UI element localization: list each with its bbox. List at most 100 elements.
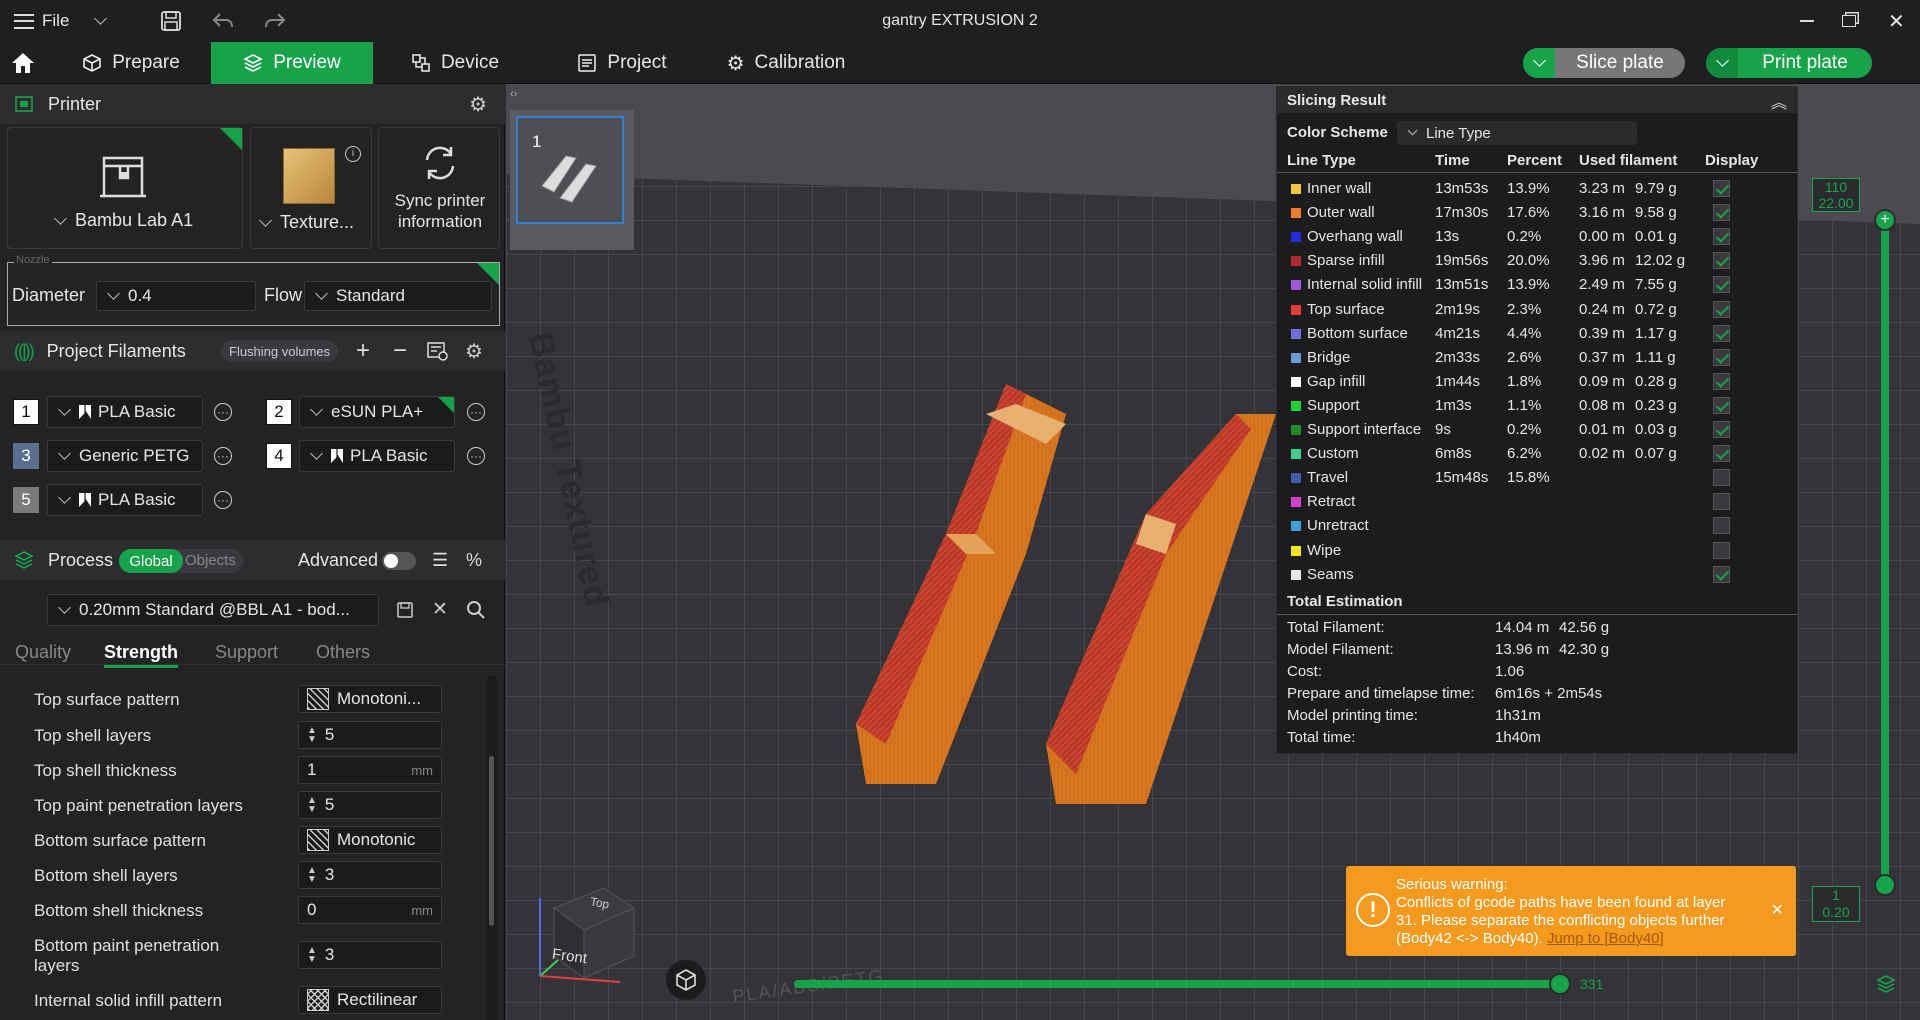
- save-button[interactable]: [160, 0, 182, 42]
- display-checkbox[interactable]: [1713, 396, 1730, 414]
- minimize-button[interactable]: [1800, 0, 1814, 42]
- display-checkbox[interactable]: [1713, 180, 1730, 197]
- plate-type-dropdown[interactable]: Texture...: [257, 212, 354, 233]
- list-icon[interactable]: ☰: [432, 550, 448, 571]
- search-icon[interactable]: [466, 600, 486, 620]
- layer-slider-top-handle[interactable]: +: [1874, 209, 1896, 231]
- objects-toggle[interactable]: Objects: [185, 552, 236, 569]
- sync-filaments-icon[interactable]: [426, 341, 448, 361]
- global-toggle[interactable]: Global: [119, 549, 183, 573]
- layer-slider-track[interactable]: [1881, 218, 1889, 886]
- display-checkbox[interactable]: [1713, 276, 1730, 294]
- file-menu[interactable]: File: [14, 0, 69, 42]
- display-checkbox[interactable]: [1713, 565, 1730, 583]
- display-checkbox[interactable]: [1713, 324, 1730, 342]
- diameter-select[interactable]: 0.4: [96, 281, 256, 311]
- process-preset-select[interactable]: 0.20mm Standard @BBL A1 - bod...: [47, 594, 379, 626]
- filament-5-more-icon[interactable]: ···: [214, 491, 232, 509]
- tab-device[interactable]: Device: [400, 42, 510, 84]
- print-plate-button[interactable]: Print plate: [1706, 48, 1872, 78]
- display-checkbox[interactable]: [1713, 541, 1730, 559]
- filament-1-more-icon[interactable]: ···: [214, 403, 232, 421]
- line-type-table-header: Line Type Time Percent Used filament Dis…: [1277, 149, 1797, 173]
- settings-tab-quality[interactable]: Quality: [15, 642, 71, 663]
- filament-3-select[interactable]: Generic PETG: [47, 440, 203, 472]
- advanced-toggle[interactable]: [382, 552, 416, 570]
- orient-view-button[interactable]: [666, 960, 706, 1000]
- filament-2-more-icon[interactable]: ···: [467, 403, 485, 421]
- home-button[interactable]: [0, 42, 46, 84]
- top-paint-penetration-stepper[interactable]: ▲ ▼ 5: [298, 791, 442, 819]
- settings-tab-support[interactable]: Support: [215, 642, 278, 663]
- bottom-paint-penetration-stepper[interactable]: ▲ ▼ 3: [298, 941, 442, 969]
- display-checkbox[interactable]: [1713, 469, 1730, 487]
- move-slider-handle[interactable]: [1549, 973, 1571, 995]
- bottom-shell-thickness-input[interactable]: 0 mm: [298, 896, 442, 924]
- layer-slider-bottom-handle[interactable]: [1874, 874, 1896, 896]
- undo-button[interactable]: [212, 0, 234, 42]
- navigation-cube[interactable]: Top Front: [524, 874, 636, 986]
- save-preset-icon[interactable]: [396, 601, 414, 619]
- filament-2-select[interactable]: eSUN PLA+: [299, 396, 455, 428]
- printer-settings-icon[interactable]: ⚙: [469, 92, 487, 117]
- file-dropdown-chevron[interactable]: [92, 0, 115, 42]
- sync-printer-button[interactable]: Sync printer information: [378, 127, 500, 249]
- filament-1-select[interactable]: PLA Basic: [47, 396, 203, 428]
- top-shell-thickness-input[interactable]: 1 mm: [298, 756, 442, 784]
- settings-tab-strength[interactable]: Strength: [104, 642, 178, 668]
- print-options-dropdown[interactable]: [1706, 48, 1738, 78]
- filament-4-more-icon[interactable]: ···: [467, 447, 485, 465]
- slice-plate-button[interactable]: Slice plate: [1523, 48, 1685, 78]
- printer-model-dropdown[interactable]: Bambu Lab A1: [52, 210, 193, 231]
- close-window-button[interactable]: ✕: [1888, 0, 1905, 42]
- plate-type-card[interactable]: i Texture...: [250, 127, 372, 249]
- filament-settings-icon[interactable]: ⚙: [465, 339, 483, 364]
- redo-button[interactable]: [264, 0, 286, 42]
- settings-tab-others[interactable]: Others: [316, 642, 370, 663]
- close-preset-icon[interactable]: ✕: [432, 598, 448, 621]
- tab-preview[interactable]: Preview: [211, 42, 373, 84]
- printer-model-card[interactable]: Bambu Lab A1: [7, 127, 243, 249]
- add-filament-icon[interactable]: +: [356, 337, 370, 365]
- line-type-row: Retract: [1277, 490, 1797, 514]
- bottom-surface-pattern-select[interactable]: Monotonic: [298, 826, 442, 854]
- layer-view-icon[interactable]: [1876, 974, 1896, 994]
- display-checkbox[interactable]: [1713, 252, 1730, 270]
- jump-to-body-link[interactable]: Jump to [Body40]: [1547, 930, 1664, 947]
- display-checkbox[interactable]: [1713, 372, 1730, 390]
- top-surface-pattern-select[interactable]: Monotoni...: [298, 685, 442, 713]
- plate-1-thumbnail[interactable]: 1: [516, 116, 624, 224]
- filament-4-select[interactable]: PLA Basic: [299, 440, 455, 472]
- display-checkbox[interactable]: [1713, 204, 1730, 222]
- plate-info-icon[interactable]: i: [345, 146, 361, 162]
- move-slider-track[interactable]: [794, 980, 1564, 988]
- line-type-row: Wipe: [1277, 539, 1797, 563]
- filament-5-select[interactable]: PLA Basic: [47, 484, 203, 516]
- display-checkbox[interactable]: [1713, 348, 1730, 366]
- settings-scrollbar-thumb[interactable]: [489, 756, 494, 926]
- collapse-sidebar-icon[interactable]: ‹›: [510, 88, 517, 100]
- display-checkbox[interactable]: [1713, 517, 1730, 535]
- tab-prepare[interactable]: Prepare: [66, 42, 196, 84]
- flow-select[interactable]: Standard: [304, 281, 492, 311]
- slice-options-dropdown[interactable]: [1523, 48, 1555, 78]
- percent-icon[interactable]: %: [466, 550, 482, 571]
- collapse-panel-icon[interactable]: ︽: [1771, 89, 1787, 113]
- internal-solid-infill-pattern-select[interactable]: Rectilinear: [298, 986, 442, 1014]
- close-warning-icon[interactable]: ✕: [1771, 900, 1784, 920]
- top-shell-layers-stepper[interactable]: ▲ ▼ 5: [298, 721, 442, 749]
- flushing-volumes-button[interactable]: Flushing volumes: [221, 340, 339, 362]
- display-checkbox[interactable]: [1713, 493, 1730, 511]
- bottom-shell-layers-stepper[interactable]: ▲ ▼ 3: [298, 861, 442, 889]
- display-checkbox[interactable]: [1713, 300, 1730, 318]
- tab-project[interactable]: Project: [566, 42, 678, 84]
- tab-calibration[interactable]: ⚙ Calibration: [718, 42, 854, 84]
- filament-3-more-icon[interactable]: ···: [214, 447, 232, 465]
- remove-filament-icon[interactable]: −: [393, 337, 407, 365]
- display-checkbox[interactable]: [1713, 228, 1730, 246]
- sync-printer-line1: Sync printer: [394, 191, 486, 210]
- display-checkbox[interactable]: [1713, 421, 1730, 438]
- display-checkbox[interactable]: [1713, 445, 1730, 463]
- color-scheme-select[interactable]: Line Type: [1397, 121, 1637, 145]
- restore-button[interactable]: [1842, 0, 1856, 42]
